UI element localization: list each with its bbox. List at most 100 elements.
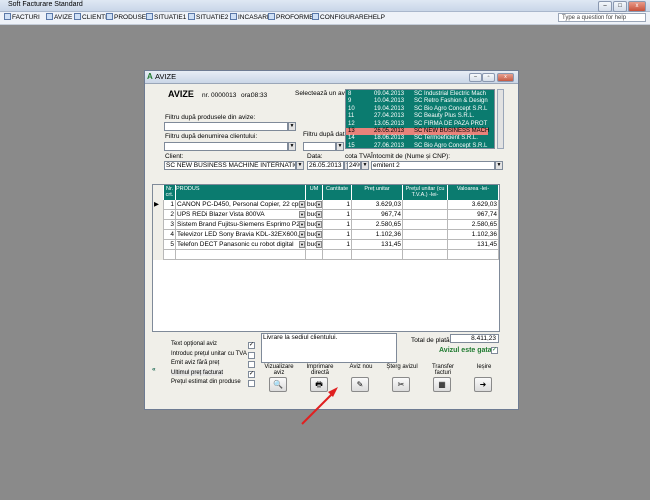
cell-valoare[interactable]: 1.102,36 <box>448 230 499 240</box>
window-restore-button[interactable]: ▫ <box>482 73 495 82</box>
cell-nr[interactable]: 5 <box>164 240 176 250</box>
aviz-list-item[interactable]: 10 19.04.2013 SC Bio Agro Concept S.R.L <box>346 106 488 113</box>
cell-pret[interactable] <box>352 250 403 260</box>
ready-checkbox[interactable]: ✓ <box>491 347 498 354</box>
row-selector[interactable] <box>153 240 164 250</box>
cell-pret[interactable]: 1.102,36 <box>352 230 403 240</box>
row-selector[interactable] <box>153 210 164 220</box>
cell-pret_tva[interactable] <box>403 220 448 230</box>
um-dropdown[interactable]: ▼ <box>316 201 322 208</box>
table-row[interactable]: 2 UPS REDi Blazer Vista 800VA ▼ buc ▼ 1 967,74… <box>153 210 499 220</box>
cell-pret_tva[interactable] <box>403 200 448 210</box>
produs-dropdown[interactable]: ▼ <box>299 201 305 208</box>
row-selector[interactable] <box>153 230 164 240</box>
option-checkbox[interactable] <box>248 380 255 387</box>
cell-produs[interactable]: UPS REDi Blazer Vista 800VA <box>176 210 306 220</box>
window-minimize-button[interactable]: – <box>469 73 482 82</box>
cell-pret[interactable]: 131,45 <box>352 240 403 250</box>
cell-cant[interactable]: 1 <box>323 240 352 250</box>
cell-cant[interactable]: 1 <box>323 220 352 230</box>
option-checkbox[interactable] <box>248 361 255 368</box>
produs-dropdown[interactable]: ▼ <box>299 221 305 228</box>
cell-valoare[interactable]: 3.629,03 <box>448 200 499 210</box>
row-selector[interactable] <box>153 250 164 260</box>
produs-dropdown[interactable]: ▼ <box>299 211 305 218</box>
cell-nr[interactable]: 3 <box>164 220 176 230</box>
cell-nr[interactable]: 2 <box>164 210 176 220</box>
cell-pret_tva[interactable] <box>403 240 448 250</box>
aviz-list-item[interactable]: 14 18.06.2013 SC Termoeficient S.R.L. <box>346 135 488 142</box>
cell-pret_tva[interactable] <box>403 230 448 240</box>
option-checkbox[interactable] <box>248 351 255 359</box>
cell-nr[interactable] <box>164 250 176 260</box>
cell-produs[interactable]: Telefon DECT Panasonic cu robot digital <box>176 240 306 250</box>
um-dropdown[interactable]: ▼ <box>316 241 322 248</box>
aviz-list-scrollbar[interactable] <box>497 89 504 149</box>
new-document-button[interactable]: ✎ <box>351 377 369 392</box>
cell-nr[interactable]: 1 <box>164 200 176 210</box>
cell-cant[interactable]: 1 <box>323 230 352 240</box>
cell-pret_tva[interactable] <box>403 250 448 260</box>
cell-produs[interactable] <box>176 250 306 260</box>
um-dropdown[interactable]: ▼ <box>316 231 322 238</box>
exit-button[interactable]: ➜ <box>474 377 492 392</box>
filter-products-field[interactable] <box>164 122 288 131</box>
aviz-list-item[interactable]: 8 09.04.2013 SC Industrial Electric Mach <box>346 91 488 98</box>
cell-pret[interactable]: 2.580,65 <box>352 220 403 230</box>
table-row[interactable]: 3 Sistem Brand Fujitsu-Siemens Esprimo P2… <box>153 220 499 230</box>
cell-pret_tva[interactable] <box>403 210 448 220</box>
cell-pret[interactable]: 967,74 <box>352 210 403 220</box>
menu-situatie2[interactable]: SITUATIE2 <box>188 13 228 23</box>
cell-valoare[interactable]: 2.580,65 <box>448 220 499 230</box>
cell-produs[interactable]: CANON PC-D450, Personal Copier, 22 cpm <box>176 200 306 210</box>
um-dropdown[interactable]: ▼ <box>316 221 322 228</box>
row-selector[interactable] <box>153 220 164 230</box>
calculator-button[interactable]: ▦ <box>433 377 451 392</box>
collapse-arrows-icon[interactable]: « <box>152 366 156 373</box>
table-row[interactable] <box>153 250 499 260</box>
filter-products-dropdown[interactable]: ▼ <box>288 122 296 131</box>
produs-dropdown[interactable]: ▼ <box>299 231 305 238</box>
tva-dropdown[interactable]: ▼ <box>361 161 369 170</box>
preview-button[interactable]: 🔍 <box>269 377 287 392</box>
tva-field[interactable]: 24% <box>347 161 361 170</box>
help-search-input[interactable]: Type a question for help <box>558 13 646 22</box>
cell-pret[interactable]: 3.629,03 <box>352 200 403 210</box>
aviz-list[interactable]: 8 09.04.2013 SC Industrial Electric Mach 9 1… <box>345 89 495 149</box>
menu-avize[interactable]: AVIZE <box>46 13 72 23</box>
filter-client-dropdown[interactable]: ▼ <box>288 142 296 151</box>
option-checkbox[interactable]: ✓ <box>248 370 255 378</box>
aviz-list-item[interactable]: 13 26.05.2013 SC NEW BUSINESS MACH <box>346 128 489 135</box>
menu-facturi[interactable]: FACTURI <box>4 13 40 23</box>
menu-help[interactable]: HELP <box>368 13 385 23</box>
note-textarea[interactable]: Livrare la sediul clientului. <box>261 333 397 363</box>
cell-produs[interactable]: Sistem Brand Fujitsu-Siemens Esprimo P25 <box>176 220 306 230</box>
cell-valoare[interactable]: 967,74 <box>448 210 499 220</box>
issuer-dropdown[interactable]: ▼ <box>495 161 503 170</box>
menu-incasari[interactable]: INCASARI <box>230 13 269 23</box>
table-row[interactable]: 4 Televizor LED Sony Bravia KDL-32EX600, … <box>153 230 499 240</box>
row-selector[interactable]: ▶ <box>153 200 164 210</box>
delete-button[interactable]: ✂ <box>392 377 410 392</box>
client-field[interactable]: SC NEW BUSINESS MACHINE INTERNATIONAL <box>164 161 296 170</box>
cell-cant[interactable]: 1 <box>323 200 352 210</box>
menu-configurare[interactable]: CONFIGURARE <box>312 13 368 23</box>
close-app-button[interactable]: x <box>628 1 646 12</box>
window-close-button[interactable]: x <box>497 73 514 82</box>
menu-proforme[interactable]: PROFORME <box>268 13 314 23</box>
cell-cant[interactable] <box>323 250 352 260</box>
date-field[interactable]: 26.05.2013 <box>307 161 344 170</box>
filter-client-field[interactable] <box>164 142 288 151</box>
cell-valoare[interactable]: 131,45 <box>448 240 499 250</box>
filter-date-field[interactable] <box>303 142 336 151</box>
filter-date-dropdown[interactable]: ▼ <box>336 142 344 151</box>
cell-um[interactable] <box>306 250 323 260</box>
table-row[interactable]: ▶ 1 CANON PC-D450, Personal Copier, 22 cpm… <box>153 200 499 210</box>
maximize-button[interactable]: □ <box>613 1 627 12</box>
cell-cant[interactable]: 1 <box>323 210 352 220</box>
menu-clienti[interactable]: CLIENTI <box>74 13 107 23</box>
minimize-button[interactable]: – <box>598 1 612 12</box>
cell-nr[interactable]: 4 <box>164 230 176 240</box>
cell-produs[interactable]: Televizor LED Sony Bravia KDL-32EX600, 3 <box>176 230 306 240</box>
aviz-list-item[interactable]: 15 27.06.2013 SC Bio Agro Concept S.R.L <box>346 143 488 148</box>
